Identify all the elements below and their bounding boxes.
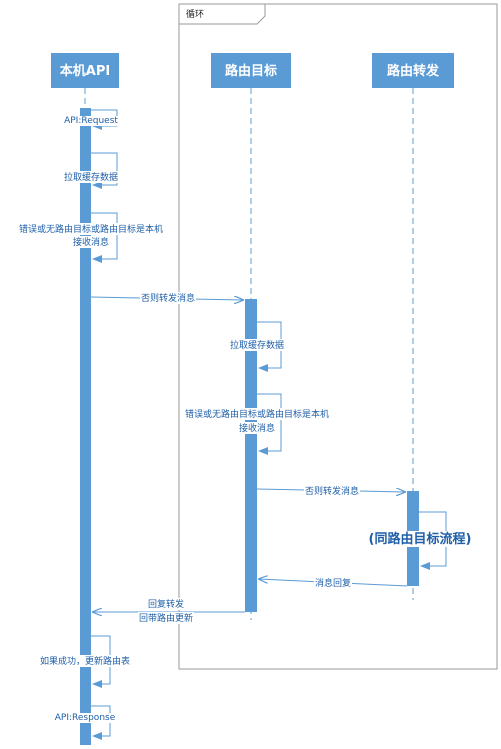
participant-target-label: 路由目标 (225, 63, 277, 79)
msg-pull-cache-2: 拉取缓存数据 (230, 339, 284, 351)
activation-local (80, 108, 91, 745)
msg-error-2-line2: 接收消息 (239, 422, 275, 434)
msg-reply: 消息回复 (315, 577, 351, 589)
msg-else-forward-2: 否则转发消息 (305, 485, 359, 497)
participant-target: 路由目标 (211, 53, 291, 88)
msg-pull-cache-1: 拉取缓存数据 (64, 171, 118, 183)
msg-api-request: API:Request (64, 116, 118, 126)
participant-forward: 路由转发 (372, 53, 454, 88)
msg-same-flow: (同路由目标流程) (369, 531, 472, 547)
msg-api-response: API:Response (55, 713, 116, 723)
participant-local: 本机API (51, 53, 119, 88)
msg-update-route: 如果成功，更新路由表 (40, 655, 130, 667)
msg-error-2-line1: 错误或无路由目标或路由目标是本机 (185, 408, 329, 420)
loop-frame-title: 循环 (186, 8, 204, 20)
msg-reply-forward-line1: 回复转发 (148, 598, 184, 610)
msg-error-1-line1: 错误或无路由目标或路由目标是本机 (19, 223, 163, 235)
msg-error-1-line2: 接收消息 (73, 236, 109, 248)
participant-forward-label: 路由转发 (387, 63, 440, 79)
msg-else-forward-1: 否则转发消息 (141, 292, 195, 304)
participant-local-label: 本机API (60, 63, 110, 79)
sequence-diagram: 循环 本机API 路由目标 路由转发 API:Request 拉取缓存数据 错误… (17, 3, 498, 745)
msg-reply-forward-line2: 回带路由更新 (139, 612, 193, 624)
loop-frame: 循环 (178, 3, 498, 670)
